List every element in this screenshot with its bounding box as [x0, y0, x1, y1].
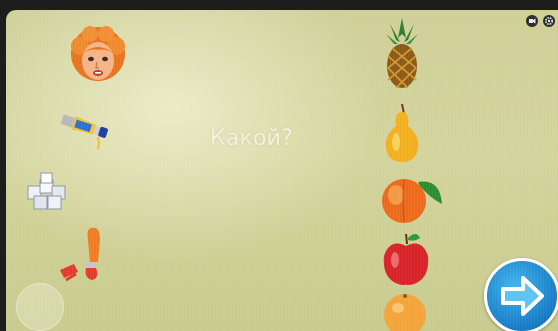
peach-item[interactable] [378, 170, 448, 226]
woman-face-icon [71, 26, 125, 81]
record-icon [529, 18, 536, 24]
record-button[interactable] [526, 15, 538, 27]
pineapple-item[interactable] [378, 16, 426, 92]
next-button[interactable] [484, 258, 558, 331]
apple-item[interactable] [380, 230, 432, 288]
paintbrush-item[interactable] [56, 220, 120, 286]
peach-icon [382, 179, 442, 223]
paintbrush-icon [60, 227, 100, 282]
settings-icon [544, 16, 554, 26]
sugar-cubes-item[interactable] [20, 172, 74, 212]
sugar-cubes-icon [27, 172, 66, 210]
pineapple-icon [386, 18, 418, 89]
arrow-right-icon [501, 276, 544, 316]
orange-icon [384, 294, 426, 331]
question-text: Какой? [210, 126, 294, 151]
pear-icon [385, 103, 419, 162]
apple-icon [383, 233, 429, 285]
paint-tube-icon [60, 114, 108, 150]
settings-button[interactable] [543, 15, 555, 27]
back-button[interactable] [16, 283, 64, 331]
woman-face-item[interactable] [66, 26, 130, 90]
paint-tube-item[interactable] [54, 108, 118, 152]
game-screen: Какой? [6, 10, 558, 331]
pear-item[interactable] [380, 102, 424, 164]
orange-item[interactable] [382, 292, 428, 331]
